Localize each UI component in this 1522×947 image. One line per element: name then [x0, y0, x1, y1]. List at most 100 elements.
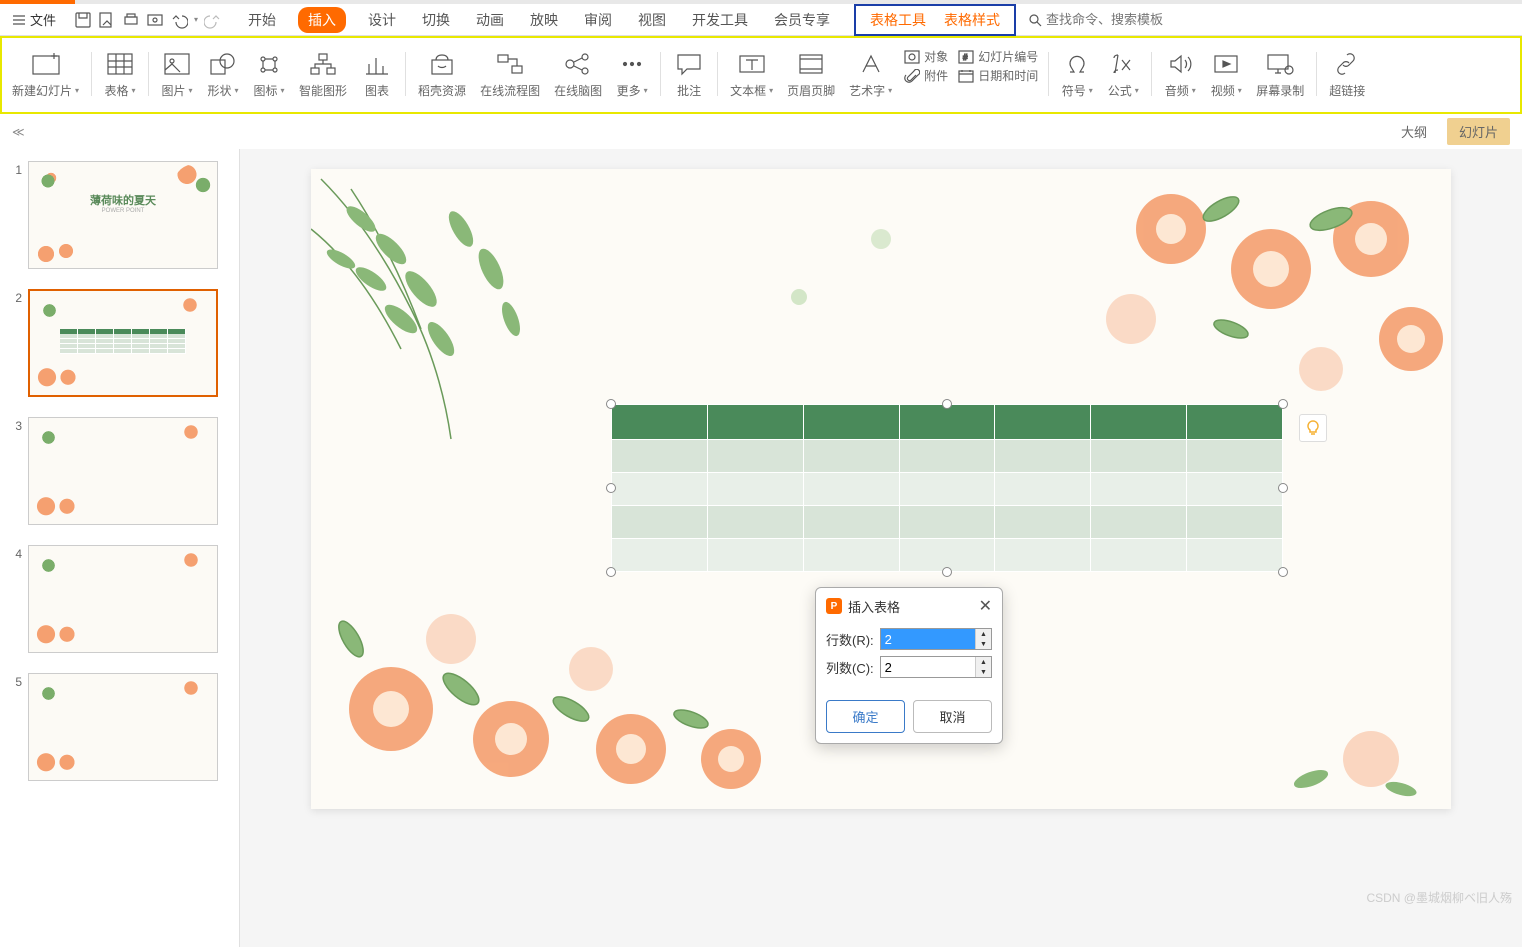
tab-review[interactable]: 审阅 [580, 8, 616, 32]
formula-button[interactable]: 公式 [1101, 46, 1145, 101]
floral-decoration [1071, 169, 1451, 429]
icon-button[interactable]: 图标 [247, 46, 291, 101]
resize-handle[interactable] [606, 567, 616, 577]
cols-down[interactable]: ▼ [976, 667, 991, 677]
resize-handle[interactable] [1278, 567, 1288, 577]
save-icon[interactable] [74, 11, 92, 29]
resize-handle[interactable] [606, 483, 616, 493]
resize-handle[interactable] [606, 399, 616, 409]
slide-number-button[interactable]: #幻灯片编号 [958, 48, 1038, 65]
export-pdf-icon[interactable] [98, 11, 116, 29]
slide-canvas[interactable]: P 插入表格 ✕ 行数(R): ▲▼ 列数(C): [311, 169, 1451, 809]
slide-thumbnail-2[interactable]: 2 [0, 285, 239, 401]
tab-table-style[interactable]: 表格样式 [944, 10, 1000, 30]
close-button[interactable]: ✕ [979, 596, 992, 616]
table-button[interactable]: 表格 [98, 46, 142, 101]
flowchart-icon [495, 48, 525, 80]
tab-insert[interactable]: 插入 [298, 7, 346, 33]
screen-record-button[interactable]: 屏幕录制 [1250, 46, 1310, 101]
tab-design[interactable]: 设计 [364, 8, 400, 32]
tab-start[interactable]: 开始 [244, 8, 280, 32]
inserted-table[interactable] [611, 404, 1283, 572]
shape-button[interactable]: 形状 [201, 46, 245, 101]
cols-up[interactable]: ▲ [976, 657, 991, 667]
collapse-panel-button[interactable]: ≪ [12, 125, 25, 139]
more-button[interactable]: 更多 [610, 46, 654, 101]
rows-spinner[interactable]: ▲▼ [880, 628, 992, 650]
image-button[interactable]: 图片 [155, 46, 199, 101]
search-box[interactable] [1028, 12, 1196, 27]
new-slide-button[interactable]: 新建幻灯片 [6, 46, 85, 101]
tab-table-tools[interactable]: 表格工具 [870, 10, 926, 30]
hyperlink-icon [1334, 48, 1360, 80]
outline-tab[interactable]: 大纲 [1389, 118, 1439, 145]
tab-animation[interactable]: 动画 [472, 8, 508, 32]
mindmap-button[interactable]: 在线脑图 [548, 46, 608, 101]
print-icon[interactable] [122, 11, 140, 29]
rows-down[interactable]: ▼ [976, 639, 991, 649]
wordart-button[interactable]: 艺术字 [843, 46, 898, 101]
undo-icon[interactable] [170, 11, 188, 29]
video-button[interactable]: 视频 [1204, 46, 1248, 101]
resize-handle[interactable] [1278, 399, 1288, 409]
tab-member[interactable]: 会员专享 [770, 8, 834, 32]
symbol-icon [1064, 48, 1090, 80]
shape-icon [209, 48, 237, 80]
slide-thumbnail-4[interactable]: 4 [0, 541, 239, 657]
contextual-tabs: 表格工具 表格样式 [854, 4, 1016, 36]
header-footer-icon [797, 48, 825, 80]
search-input[interactable] [1046, 12, 1196, 27]
floral-decoration [1251, 689, 1451, 809]
floral-decoration [311, 549, 791, 809]
file-menu[interactable]: 文件 [4, 4, 64, 35]
smartart-button[interactable]: 智能图形 [293, 46, 353, 101]
mini-table [60, 329, 186, 354]
tab-view[interactable]: 视图 [634, 8, 670, 32]
hyperlink-button[interactable]: 超链接 [1323, 46, 1371, 101]
comment-button[interactable]: 批注 [667, 46, 711, 101]
date-time-button[interactable]: 日期和时间 [958, 67, 1038, 84]
resize-handle[interactable] [1278, 483, 1288, 493]
cancel-button[interactable]: 取消 [913, 700, 992, 733]
slide-thumbnails-panel[interactable]: 1 薄荷味的夏天 POWER POINT 2 [0, 149, 240, 947]
chart-button[interactable]: 图表 [355, 46, 399, 101]
docer-icon [428, 48, 456, 80]
resize-handle[interactable] [942, 399, 952, 409]
tab-transition[interactable]: 切换 [418, 8, 454, 32]
slide-thumbnail-1[interactable]: 1 薄荷味的夏天 POWER POINT [0, 157, 239, 273]
lightbulb-icon [1304, 419, 1322, 437]
cols-input[interactable] [881, 657, 975, 677]
more-icon [620, 48, 644, 80]
slide-thumbnail-3[interactable]: 3 [0, 413, 239, 529]
slides-tab[interactable]: 幻灯片 [1447, 118, 1510, 145]
formula-icon [1110, 48, 1136, 80]
preview-icon[interactable] [146, 11, 164, 29]
date-time-icon [958, 69, 974, 83]
audio-button[interactable]: 音频 [1158, 46, 1202, 101]
smart-suggest-button[interactable] [1299, 414, 1327, 442]
object-button[interactable]: 对象 [904, 48, 948, 65]
redo-icon[interactable] [204, 11, 222, 29]
tab-devtools[interactable]: 开发工具 [688, 8, 752, 32]
screen-record-icon [1266, 48, 1294, 80]
docer-button[interactable]: 稻壳资源 [412, 46, 472, 101]
header-footer-button[interactable]: 页眉页脚 [781, 46, 841, 101]
insert-table-dialog: P 插入表格 ✕ 行数(R): ▲▼ 列数(C): [815, 587, 1003, 744]
tab-slideshow[interactable]: 放映 [526, 8, 562, 32]
attachment-button[interactable]: 附件 [904, 67, 948, 84]
search-icon [1028, 13, 1042, 27]
wordart-icon [857, 48, 885, 80]
flowchart-button[interactable]: 在线流程图 [474, 46, 546, 101]
canvas-area[interactable]: P 插入表格 ✕ 行数(R): ▲▼ 列数(C): [240, 149, 1522, 947]
chart-icon [363, 48, 391, 80]
symbol-button[interactable]: 符号 [1055, 46, 1099, 101]
textbox-button[interactable]: 文本框 [724, 46, 779, 101]
rows-up[interactable]: ▲ [976, 629, 991, 639]
comment-icon [675, 48, 703, 80]
ok-button[interactable]: 确定 [826, 700, 905, 733]
undo-dropdown[interactable]: ▾ [194, 15, 198, 24]
cols-spinner[interactable]: ▲▼ [880, 656, 992, 678]
resize-handle[interactable] [942, 567, 952, 577]
slide-thumbnail-5[interactable]: 5 [0, 669, 239, 785]
rows-input[interactable] [881, 629, 975, 649]
